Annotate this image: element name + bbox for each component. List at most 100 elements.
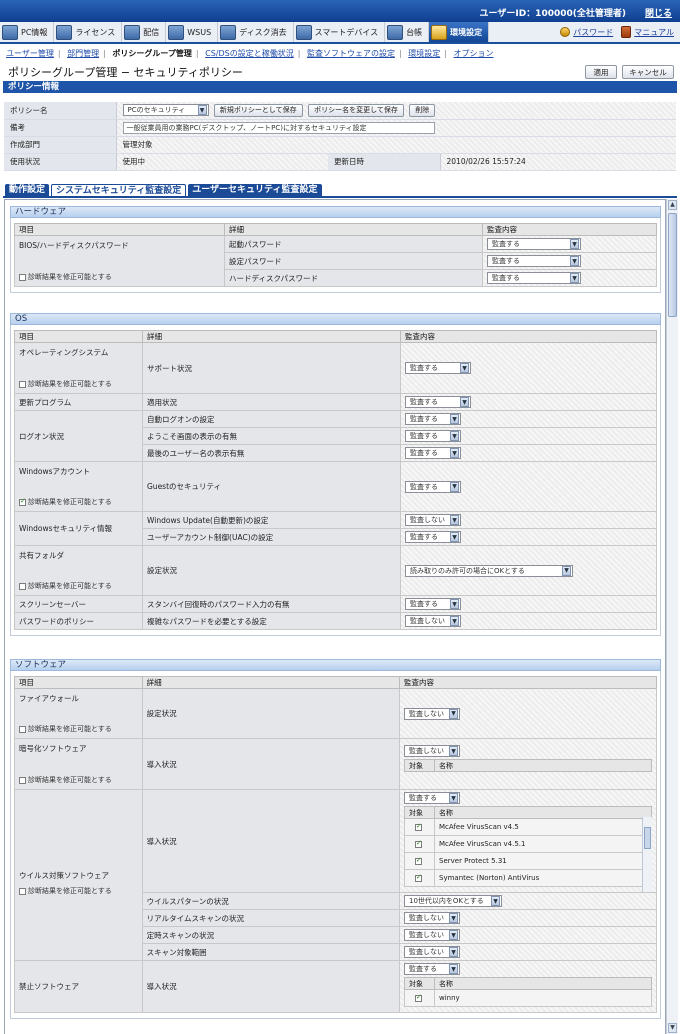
chevron-down-icon: ▼ bbox=[449, 930, 458, 940]
tab-license[interactable]: ライセンス bbox=[54, 22, 123, 42]
chevron-down-icon: ▼ bbox=[450, 448, 459, 458]
chevron-down-icon: ▼ bbox=[450, 481, 459, 492]
tab-ledger[interactable]: 台帳 bbox=[385, 22, 430, 42]
audit-select[interactable]: 監査しない ▼ bbox=[404, 929, 460, 941]
chevron-down-icon: ▼ bbox=[197, 105, 207, 116]
encryption-item: 暗号化ソフトウェア bbox=[19, 744, 87, 753]
audit-select[interactable]: 監査しない ▼ bbox=[404, 745, 460, 757]
audit-select[interactable]: 監査する ▼ bbox=[487, 238, 581, 250]
audit-select[interactable]: 監査する ▼ bbox=[405, 362, 471, 374]
audit-select[interactable]: 監査する ▼ bbox=[404, 792, 460, 804]
checkbox-icon bbox=[19, 725, 26, 733]
main-tabs: PC情報 ライセンス 配信 WSUS ディスク消去 スマートデバイス 台帳 環境… bbox=[0, 22, 680, 44]
checkbox-checked-icon[interactable] bbox=[415, 822, 422, 831]
scrollbar[interactable]: ▲ ▼ bbox=[666, 199, 678, 1034]
tab-delivery[interactable]: 配信 bbox=[122, 22, 167, 42]
audit-select[interactable]: 監査しない ▼ bbox=[404, 912, 460, 924]
policy-name-select[interactable]: PCのセキュリティ ▼ bbox=[122, 104, 209, 117]
chevron-down-icon: ▼ bbox=[450, 616, 459, 626]
password-link[interactable]: パスワード bbox=[558, 22, 619, 42]
chevron-down-icon: ▼ bbox=[570, 273, 579, 283]
chevron-down-icon: ▼ bbox=[450, 414, 459, 424]
apply-button[interactable]: 適用 bbox=[585, 65, 617, 79]
rename-save-button[interactable]: ポリシー名を変更して保存 bbox=[308, 103, 404, 117]
subnav-dept-management[interactable]: 部門管理 bbox=[67, 49, 99, 58]
audit-select[interactable]: 監査する ▼ bbox=[405, 480, 461, 493]
list-item[interactable]: Symantec (Norton) AntiVirus bbox=[404, 869, 652, 887]
checkbox-checked-icon[interactable] bbox=[415, 856, 422, 865]
tab-smart-device[interactable]: スマートデバイス bbox=[294, 22, 386, 42]
audit-select[interactable]: 監査する ▼ bbox=[405, 430, 461, 442]
diag-checkbox[interactable]: 診断結果を修正可能とする bbox=[19, 886, 112, 896]
shared-folder-item: 共有フォルダ bbox=[19, 551, 64, 560]
audit-select[interactable]: 監査しない ▼ bbox=[404, 707, 460, 720]
audit-select[interactable]: 監査する ▼ bbox=[405, 598, 461, 610]
diag-checkbox[interactable]: 診断結果を修正可能とする bbox=[19, 272, 112, 282]
tab-pc-info[interactable]: PC情報 bbox=[0, 22, 55, 42]
diag-checkbox[interactable]: 診断結果を修正可能とする bbox=[19, 581, 112, 591]
subnav-csds-settings[interactable]: CS/DSの設定と稼働状況 bbox=[205, 49, 294, 58]
checkbox-checked-icon[interactable] bbox=[415, 873, 422, 882]
disk-erase-icon bbox=[220, 24, 237, 40]
updated-label: 更新日時 bbox=[328, 153, 441, 171]
chevron-down-icon: ▼ bbox=[449, 746, 458, 756]
subnav-audit-software[interactable]: 監査ソフトウェアの設定 bbox=[307, 49, 395, 58]
cancel-button[interactable]: キャンセル bbox=[622, 65, 674, 79]
audit-select[interactable]: 監査する ▼ bbox=[405, 396, 471, 408]
license-icon bbox=[56, 24, 73, 40]
scroll-up-icon[interactable]: ▲ bbox=[668, 200, 677, 210]
remarks-field[interactable]: 一般従業員用の業務PC(デスクトップ、ノートPC)に対するセキュリティ設定 bbox=[122, 121, 435, 134]
list-item[interactable]: winny bbox=[404, 989, 652, 1007]
subnav-options[interactable]: オプション bbox=[453, 49, 493, 58]
subnav-user-management[interactable]: ユーザー管理 bbox=[6, 49, 54, 58]
checkbox-checked-icon[interactable] bbox=[415, 993, 422, 1002]
delete-button[interactable]: 削除 bbox=[409, 103, 436, 117]
list-item[interactable]: McAfee VirusScan v4.5 bbox=[404, 818, 652, 836]
chevron-down-icon: ▼ bbox=[449, 913, 458, 923]
audit-select[interactable]: 読み取りのみ許可の場合にOKとする ▼ bbox=[405, 564, 573, 577]
list-item[interactable]: Server Protect 5.31 bbox=[404, 852, 652, 870]
audit-select[interactable]: 監査する ▼ bbox=[405, 447, 461, 459]
audit-select[interactable]: 監査する ▼ bbox=[404, 963, 460, 975]
audit-select[interactable]: 監査する ▼ bbox=[487, 272, 581, 284]
audit-select[interactable]: 監査しない ▼ bbox=[405, 615, 461, 627]
save-as-new-button[interactable]: 新規ポリシーとして保存 bbox=[213, 103, 303, 117]
manual-link[interactable]: マニュアル bbox=[619, 22, 680, 42]
os-section: OS 項目 詳細 監査内容 オペレーティングシステム 診断結果を修正可能とする … bbox=[10, 313, 661, 636]
tab-wsus[interactable]: WSUS bbox=[166, 22, 219, 42]
antivirus-item: ウイルス対策ソフトウェア bbox=[19, 870, 109, 880]
list-item[interactable]: McAfee VirusScan v4.5.1 bbox=[404, 835, 652, 853]
diag-checkbox[interactable]: 診断結果を修正可能とする bbox=[19, 379, 112, 389]
hardware-header: ハードウェア bbox=[10, 206, 661, 218]
status-label: 使用状況 bbox=[4, 153, 117, 171]
page-title: ポリシーグループ管理 − セキュリティポリシー bbox=[8, 66, 243, 79]
chevron-down-icon: ▼ bbox=[460, 363, 469, 373]
diag-checkbox[interactable]: 診断結果を修正可能とする bbox=[19, 775, 112, 785]
scroll-down-icon[interactable]: ▼ bbox=[668, 1023, 677, 1033]
close-link[interactable]: 閉じる bbox=[645, 6, 672, 19]
updated-value: 2010/02/26 15:57:24 bbox=[440, 153, 676, 171]
subnav-env-settings[interactable]: 環境設定 bbox=[408, 49, 440, 58]
checkbox-checked-icon bbox=[19, 497, 26, 506]
chevron-down-icon: ▼ bbox=[491, 896, 500, 906]
bios-item: BIOS/ハードディスクパスワード bbox=[19, 241, 129, 250]
user-id-label: ユーザーID：100000(全社管理者) bbox=[479, 9, 626, 19]
chevron-down-icon: ▼ bbox=[449, 947, 458, 957]
checkbox-checked-icon[interactable] bbox=[415, 839, 422, 848]
antivirus-list: 対象名称 McAfee VirusScan v4.5 McAfee VirusS… bbox=[404, 806, 652, 892]
wsus-icon bbox=[168, 24, 185, 40]
audit-select[interactable]: 監査する ▼ bbox=[405, 531, 461, 543]
book-icon bbox=[621, 26, 632, 38]
tab-settings[interactable]: 環境設定 bbox=[429, 22, 490, 42]
tab-disk-erase[interactable]: ディスク消去 bbox=[218, 22, 294, 42]
audit-select[interactable]: 監査する ▼ bbox=[487, 255, 581, 267]
os-item: オペレーティングシステム bbox=[19, 348, 109, 357]
audit-select[interactable]: 10世代以内をOKとする ▼ bbox=[404, 895, 502, 907]
diag-checkbox[interactable]: 診断結果を修正可能とする bbox=[19, 724, 112, 734]
scroll-thumb[interactable] bbox=[668, 213, 677, 317]
audit-select[interactable]: 監査する ▼ bbox=[405, 413, 461, 425]
list-scrollbar[interactable] bbox=[642, 817, 652, 892]
audit-select[interactable]: 監査しない ▼ bbox=[404, 946, 460, 958]
audit-select[interactable]: 監査しない ▼ bbox=[405, 514, 461, 526]
diag-checkbox[interactable]: 診断結果を修正可能とする bbox=[19, 497, 112, 507]
